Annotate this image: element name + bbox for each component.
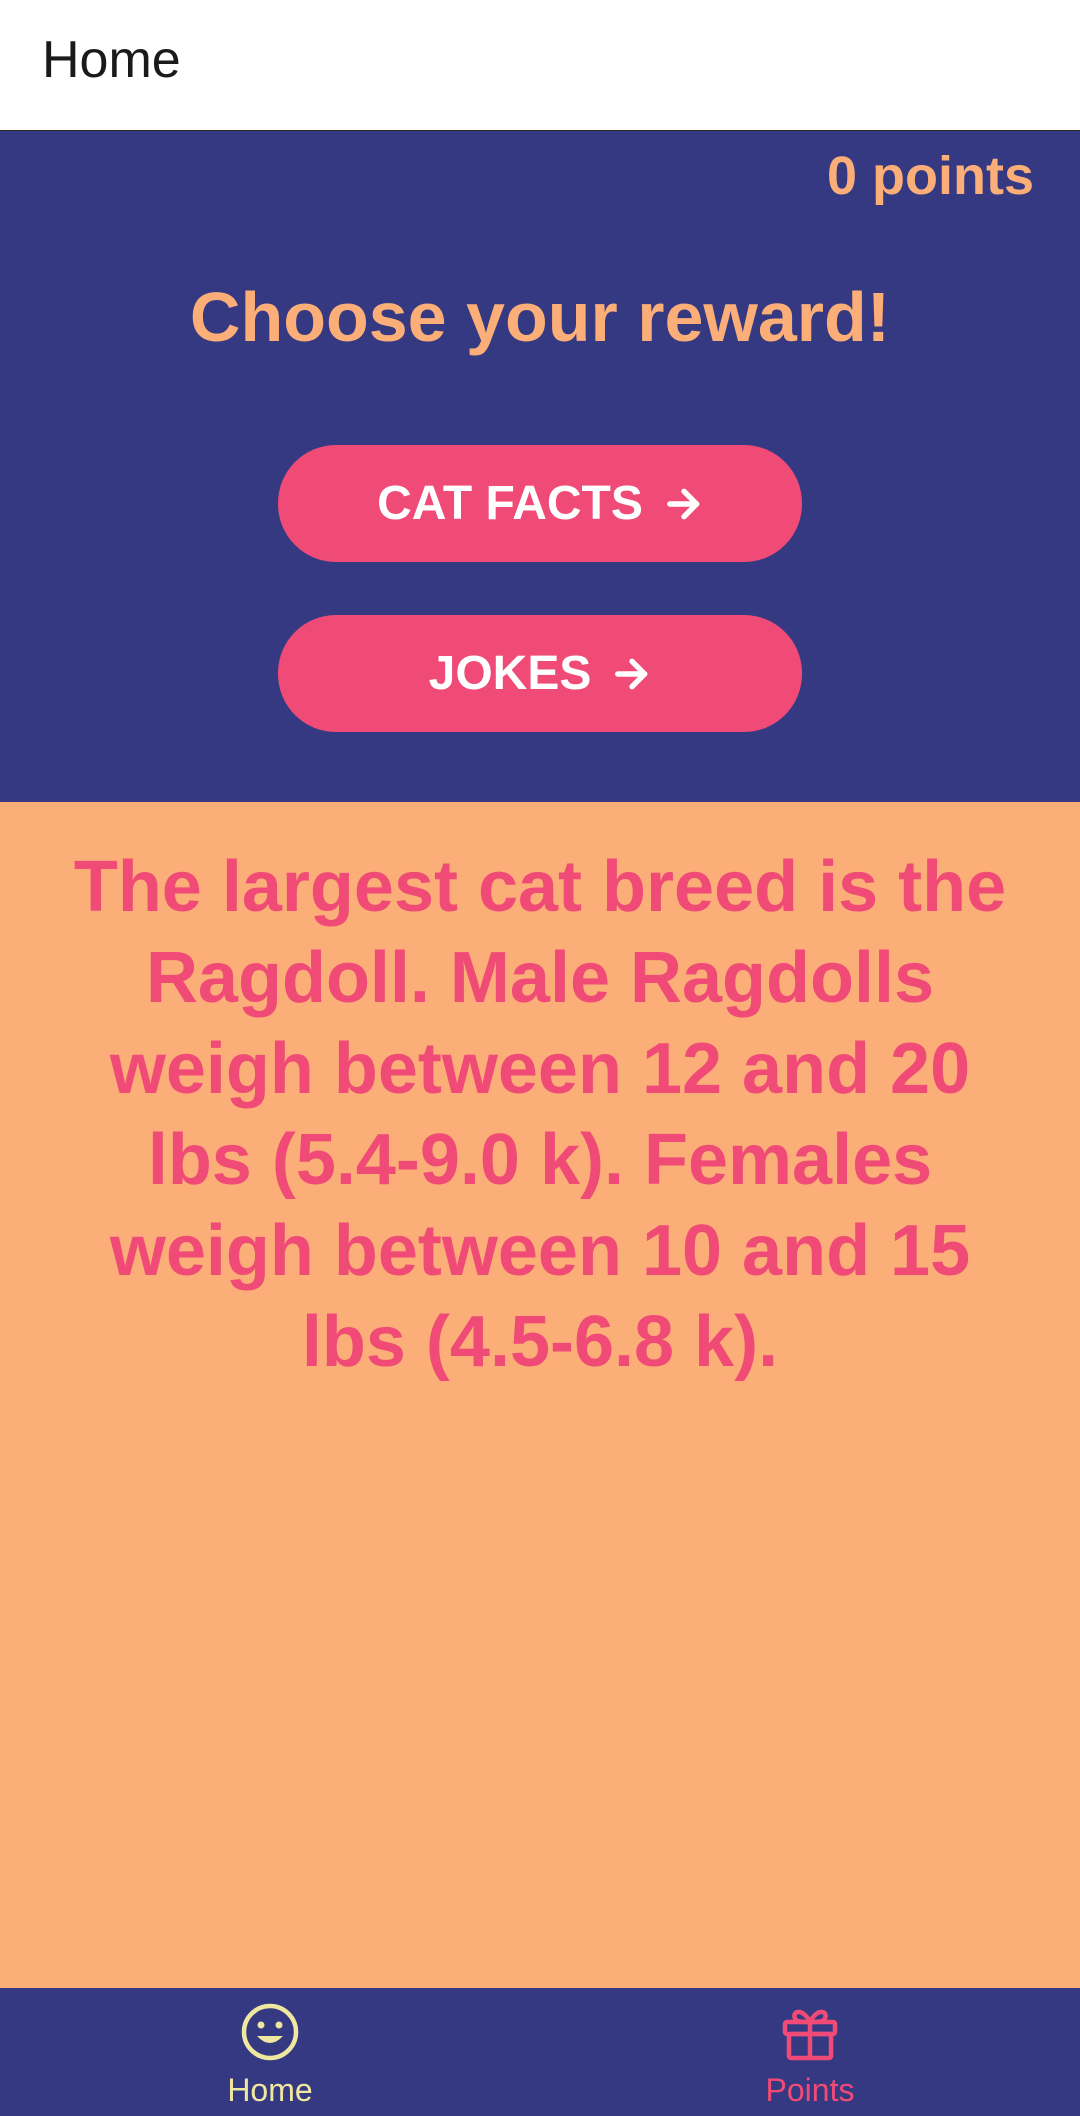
jokes-button-label: JOKES: [428, 647, 592, 700]
nav-item-home-label: Home: [227, 2072, 313, 2108]
reward-content-panel: The largest cat breed is the Ragdoll. Ma…: [0, 802, 1080, 1988]
arrow-right-icon: [613, 655, 651, 693]
points-counter: 0 points: [826, 146, 1034, 206]
arrow-right-icon: [665, 485, 703, 523]
app-bar: Home: [0, 0, 1080, 131]
cat-fact-text: The largest cat breed is the Ragdoll. Ma…: [73, 847, 1007, 1382]
reward-panel: 0 points Choose your reward! CAT FACTS J…: [0, 131, 1080, 802]
smiley-face-icon: [240, 2002, 300, 2062]
bottom-navigation: Home Points: [0, 1988, 1080, 2116]
jokes-button[interactable]: JOKES: [278, 615, 802, 732]
nav-item-home[interactable]: Home: [0, 1988, 540, 2116]
page-title: Home: [42, 31, 181, 89]
nav-item-points-label: Points: [765, 2072, 855, 2108]
nav-item-points[interactable]: Points: [540, 1988, 1080, 2116]
app-screen: Home 0 points Choose your reward! CAT FA…: [0, 0, 1080, 2116]
cat-facts-button-label: CAT FACTS: [377, 477, 643, 530]
gift-icon: [780, 2002, 840, 2062]
reward-heading: Choose your reward!: [189, 278, 891, 356]
cat-facts-button[interactable]: CAT FACTS: [278, 445, 802, 562]
